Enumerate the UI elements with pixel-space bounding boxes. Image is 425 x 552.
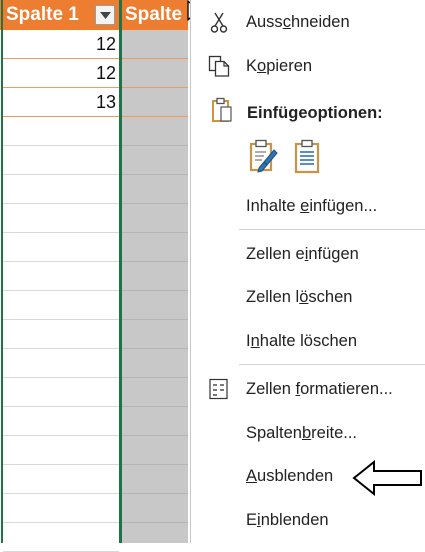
menu-item-format-cells[interactable]: Zellen formatieren...	[191, 369, 425, 409]
empty-cell[interactable]	[3, 146, 119, 175]
annotation-arrow-icon	[352, 460, 422, 496]
menu-separator	[239, 364, 425, 365]
paste-clipboard-icon	[294, 139, 320, 174]
empty-cell[interactable]	[122, 523, 188, 543]
empty-cell[interactable]	[122, 465, 188, 494]
empty-cell[interactable]	[122, 146, 188, 175]
empty-cell[interactable]	[122, 320, 188, 349]
empty-cell[interactable]	[3, 494, 119, 523]
empty-cell[interactable]	[3, 407, 119, 436]
copy-icon	[208, 55, 230, 77]
menu-item-label: Einblenden	[246, 511, 329, 529]
empty-cell[interactable]	[3, 204, 119, 233]
menu-item-label: Zellen löschen	[246, 288, 353, 306]
empty-cell[interactable]	[122, 436, 188, 465]
paste-values-button[interactable]	[291, 138, 325, 176]
table-header-cell[interactable]: Spalte 1	[0, 0, 119, 30]
empty-cell[interactable]	[122, 407, 188, 436]
column-a[interactable]: Spalte 1 12 12 13	[0, 0, 122, 552]
scissors-icon	[210, 12, 228, 33]
menu-item-clear-contents[interactable]: Inhalte löschen	[191, 321, 425, 361]
menu-item-label: Kopieren	[246, 57, 313, 75]
menu-item-copy[interactable]: Kopieren	[191, 46, 425, 86]
format-cells-icon	[209, 378, 228, 400]
menu-item-label: Zellen einfügen	[246, 245, 359, 263]
column-b[interactable]: Spalte	[122, 0, 188, 543]
empty-cell[interactable]	[3, 349, 119, 378]
menu-item-column-width[interactable]: Spaltenbreite...	[191, 413, 425, 453]
empty-cell[interactable]	[3, 291, 119, 320]
clipboard-icon	[212, 97, 232, 122]
menu-item-label: Spaltenbreite...	[246, 424, 358, 442]
empty-cell[interactable]	[122, 233, 188, 262]
empty-cell[interactable]	[3, 523, 119, 552]
table-cell[interactable]	[122, 88, 188, 117]
empty-cell[interactable]	[122, 494, 188, 523]
empty-cell[interactable]	[122, 291, 188, 320]
menu-item-insert-cells[interactable]: Zellen einfügen	[191, 234, 425, 274]
empty-cell[interactable]	[3, 436, 119, 465]
empty-cell[interactable]	[122, 204, 188, 233]
column-header-label: Spalte	[125, 4, 183, 25]
menu-item-label: Inhalte einfügen...	[246, 197, 378, 215]
menu-item-paste-special[interactable]: Inhalte einfügen...	[191, 186, 425, 226]
table-cell[interactable]	[122, 30, 188, 59]
menu-item-label: Ausblenden	[246, 467, 334, 485]
empty-cell[interactable]	[122, 349, 188, 378]
empty-cell[interactable]	[3, 465, 119, 494]
menu-item-label: Inhalte löschen	[246, 332, 358, 350]
paste-options-title: Einfügeoptionen:	[247, 104, 383, 122]
empty-cell[interactable]	[3, 378, 119, 407]
dropdown-arrow-icon	[100, 12, 111, 19]
menu-item-unhide[interactable]: Einblenden	[191, 500, 425, 540]
table-cell[interactable]: 12	[3, 30, 119, 59]
menu-separator	[239, 229, 425, 230]
empty-cell[interactable]	[3, 175, 119, 204]
menu-item-delete-cells[interactable]: Zellen löschen	[191, 277, 425, 317]
paste-brush-icon	[249, 139, 278, 173]
empty-cell[interactable]	[122, 117, 188, 146]
table-cell[interactable]	[122, 59, 188, 88]
table-cell[interactable]: 13	[3, 88, 119, 117]
filter-dropdown-button[interactable]	[95, 5, 115, 25]
empty-cell[interactable]	[122, 175, 188, 204]
table-cell[interactable]: 12	[3, 59, 119, 88]
menu-item-label: Ausschneiden	[246, 13, 350, 31]
empty-cell[interactable]	[3, 117, 119, 146]
empty-cell[interactable]	[122, 378, 188, 407]
paste-formatting-button[interactable]	[247, 138, 281, 176]
selection-border-left	[1, 0, 3, 543]
table-header-cell[interactable]: Spalte	[122, 0, 188, 30]
column-b-cells	[122, 30, 188, 543]
menu-item-cut[interactable]: Ausschneiden	[191, 2, 425, 42]
empty-cell[interactable]	[3, 262, 119, 291]
column-a-cells: 12 12 13	[3, 30, 119, 552]
empty-cell[interactable]	[3, 233, 119, 262]
empty-cell[interactable]	[122, 262, 188, 291]
empty-cell[interactable]	[3, 320, 119, 349]
column-header-label: Spalte 1	[6, 4, 79, 25]
menu-item-label: Zellen formatieren...	[246, 380, 393, 398]
